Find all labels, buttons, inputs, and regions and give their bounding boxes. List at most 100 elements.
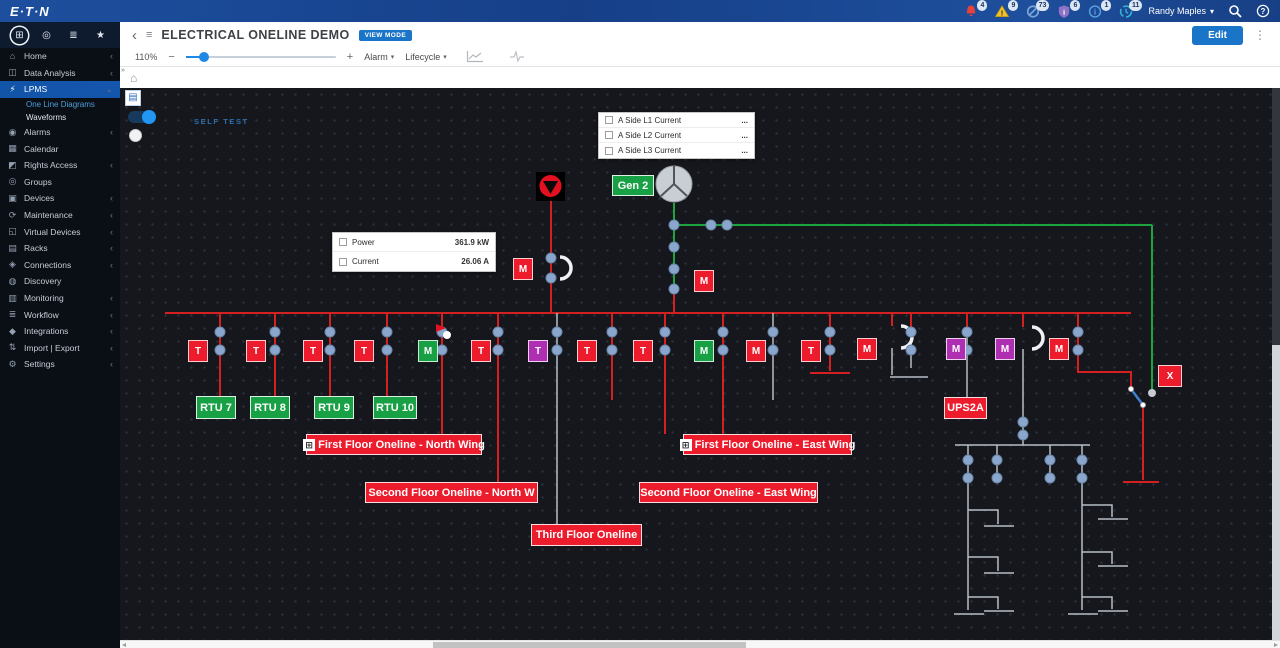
connection-node[interactable] xyxy=(551,326,563,338)
apps-grid-icon[interactable]: ⊞ xyxy=(11,27,28,44)
connection-node[interactable] xyxy=(767,326,779,338)
favorites-star-icon[interactable]: ★ xyxy=(92,27,109,44)
scroll-right-arrow[interactable] xyxy=(1274,643,1278,647)
menu-icon[interactable]: ≡ xyxy=(146,29,152,41)
device-t-box[interactable]: T xyxy=(354,340,374,362)
info-circle-button[interactable]: i1 xyxy=(1087,0,1112,19)
diagram-label-ups2a[interactable]: UPS2A xyxy=(944,397,987,419)
connection-node[interactable] xyxy=(824,344,836,356)
connection-node[interactable] xyxy=(214,326,226,338)
connection-node[interactable] xyxy=(1072,344,1084,356)
device-t-box[interactable]: T xyxy=(528,340,548,362)
notes-button[interactable]: ▤ xyxy=(125,90,141,106)
connection-node[interactable] xyxy=(492,344,504,356)
sidebar-item-home[interactable]: ⌂ Home ‹ xyxy=(0,48,120,65)
sidebar-item-connections[interactable]: ◈ Connections ‹ xyxy=(0,257,120,274)
zoom-out-button[interactable]: − xyxy=(168,51,174,63)
device-m-box[interactable]: M xyxy=(746,340,766,362)
device-m-box[interactable]: M xyxy=(857,338,877,360)
diagram-label-second-floor-oneline-north-w[interactable]: Second Floor Oneline - North W xyxy=(365,482,538,503)
connection-node[interactable] xyxy=(1072,326,1084,338)
diagram-label-second-floor-oneline-east-wing[interactable]: Second Floor Oneline - East Wing xyxy=(639,482,818,503)
compass-icon[interactable]: ◎ xyxy=(38,27,55,44)
device-m-box[interactable]: M xyxy=(1049,338,1069,360)
layer-toggle[interactable] xyxy=(128,110,156,124)
sidebar-item-calendar[interactable]: ▦ Calendar xyxy=(0,140,120,157)
connection-node[interactable] xyxy=(717,344,729,356)
connection-node[interactable] xyxy=(269,326,281,338)
alarm-bell-button[interactable]: 4 xyxy=(963,0,988,19)
sidebar-item-rights-access[interactable]: ◩ Rights Access ‹ xyxy=(0,157,120,174)
zoom-slider[interactable] xyxy=(185,52,336,62)
oneline-canvas[interactable]: ▤ SELF TEST A Side L1 Current ... A Side… xyxy=(120,88,1272,640)
device-t-box[interactable]: T xyxy=(471,340,491,362)
sidebar-item-integrations[interactable]: ◆ Integrations ‹ xyxy=(0,323,120,340)
connection-node[interactable] xyxy=(767,344,779,356)
connection-node[interactable] xyxy=(905,344,917,356)
connection-node[interactable] xyxy=(1076,472,1088,484)
connection-node[interactable] xyxy=(721,219,733,231)
sidebar-item-workflow[interactable]: ≣ Workflow ‹ xyxy=(0,306,120,323)
alarm-dropdown[interactable]: Alarm ▾ xyxy=(364,52,394,62)
connection-node[interactable] xyxy=(1044,454,1056,466)
device-m-box[interactable]: M xyxy=(418,340,438,362)
connection-node[interactable] xyxy=(545,252,557,264)
checkbox[interactable] xyxy=(339,257,347,266)
connection-node[interactable] xyxy=(492,326,504,338)
list-menu-icon[interactable]: ≣ xyxy=(65,27,82,44)
help-icon[interactable]: ? xyxy=(1256,4,1270,18)
edit-button[interactable]: Edit xyxy=(1192,25,1243,45)
connection-node[interactable] xyxy=(668,263,680,275)
connection-node[interactable] xyxy=(545,272,557,284)
sidebar-item-maintenance[interactable]: ⟳ Maintenance ‹ xyxy=(0,207,120,224)
connection-node[interactable] xyxy=(324,344,336,356)
device-t-box[interactable]: T xyxy=(577,340,597,362)
device-m-box[interactable]: M xyxy=(694,340,714,362)
sidebar-item-lpms[interactable]: ⚡ LPMS ⌄ xyxy=(0,81,120,98)
status-indicator-circle[interactable] xyxy=(129,129,142,142)
device-m-box[interactable]: M xyxy=(995,338,1015,360)
connection-node[interactable] xyxy=(991,454,1003,466)
sidebar-item-import-export[interactable]: ⇅ Import | Export ‹ xyxy=(0,340,120,357)
sidebar-item-data-analysis[interactable]: ◫ Data Analysis ‹ xyxy=(0,65,120,82)
device-t-box[interactable]: T xyxy=(801,340,821,362)
horizontal-scrollbar[interactable] xyxy=(120,640,1280,648)
trend-chart-icon[interactable] xyxy=(466,50,484,65)
warning-triangle-button[interactable]: ! 9 xyxy=(994,0,1019,19)
zoom-slider-knob[interactable] xyxy=(198,52,209,62)
disabled-circle-button[interactable]: 73 xyxy=(1025,0,1050,19)
diagram-label-rtu-9[interactable]: RTU 9 xyxy=(314,396,354,419)
shield-info-button[interactable]: i6 xyxy=(1056,0,1081,19)
sidebar-item-discovery[interactable]: ◍ Discovery xyxy=(0,273,120,290)
connection-node[interactable] xyxy=(551,344,563,356)
sidebar-item-racks[interactable]: ▤ Racks ‹ xyxy=(0,240,120,257)
connection-node[interactable] xyxy=(961,326,973,338)
back-button[interactable]: ‹ xyxy=(132,28,137,43)
device-t-box[interactable]: T xyxy=(188,340,208,362)
device-t-box[interactable]: T xyxy=(246,340,266,362)
transfer-switch-symbol[interactable] xyxy=(536,172,565,201)
panel-expander[interactable]: » xyxy=(121,67,125,74)
connection-node[interactable] xyxy=(606,326,618,338)
connection-node[interactable] xyxy=(962,454,974,466)
connection-node[interactable] xyxy=(1017,416,1029,428)
sidebar-item-groups[interactable]: ◎ Groups xyxy=(0,174,120,191)
sidebar-subitem-waveforms[interactable]: Waveforms xyxy=(0,111,120,124)
device-m-box[interactable]: M xyxy=(694,270,714,292)
sidebar-item-settings[interactable]: ⚙ Settings ‹ xyxy=(0,356,120,373)
connection-node[interactable] xyxy=(324,326,336,338)
diagram-label-third-floor-oneline[interactable]: Third Floor Oneline xyxy=(531,524,642,546)
connection-node[interactable] xyxy=(668,219,680,231)
device-x-box[interactable]: X xyxy=(1158,365,1182,387)
breaker-arc-symbol[interactable] xyxy=(1031,325,1045,351)
connection-node[interactable] xyxy=(659,344,671,356)
zoom-in-button[interactable]: + xyxy=(347,51,353,63)
vertical-scrollbar[interactable] xyxy=(1272,88,1280,640)
diagram-label-first-floor-oneline-north-wing[interactable]: ⊞ First Floor Oneline - North Wing xyxy=(303,434,485,455)
sidebar-item-devices[interactable]: ▣ Devices ‹ xyxy=(0,190,120,207)
connection-node[interactable] xyxy=(436,344,448,356)
connection-node[interactable] xyxy=(659,326,671,338)
breaker-arc-symbol[interactable] xyxy=(559,255,573,281)
horizontal-scrollbar-thumb[interactable] xyxy=(433,642,746,648)
device-m-box[interactable]: M xyxy=(513,258,533,280)
